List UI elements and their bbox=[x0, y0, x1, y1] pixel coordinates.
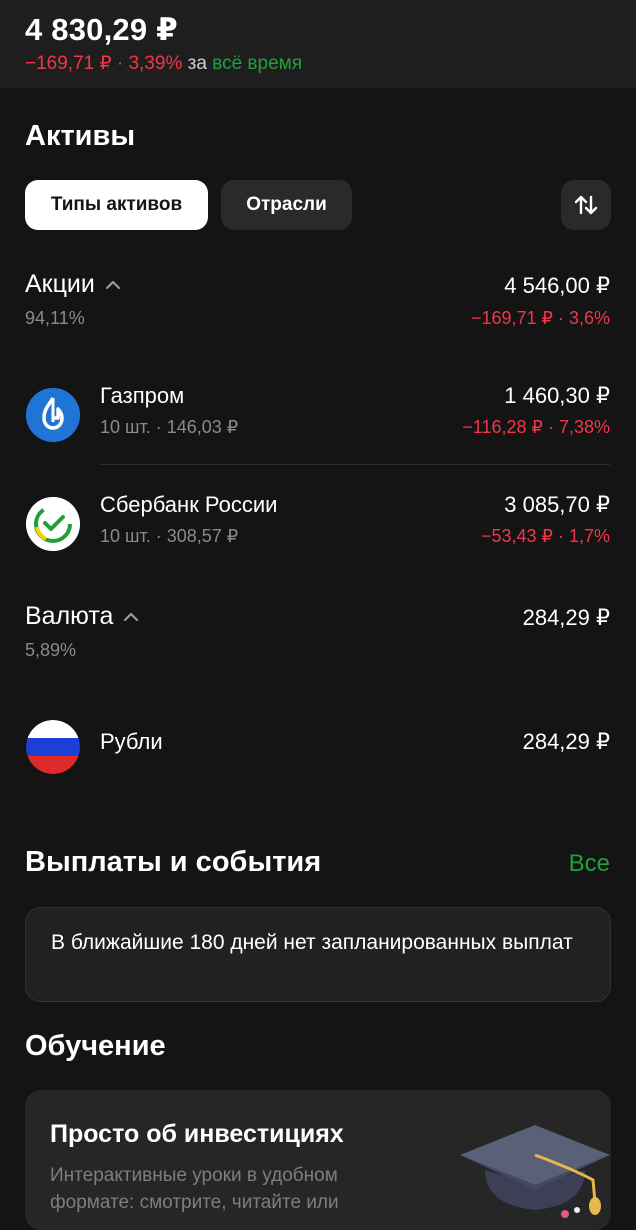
events-all-link[interactable]: Все bbox=[569, 850, 610, 878]
events-section-title: Выплаты и события bbox=[25, 846, 322, 878]
assets-section-title: Активы bbox=[25, 120, 136, 152]
asset-sberbank-amount: 3 085,70 ₽ bbox=[504, 492, 610, 517]
asset-rubles-amount: 284,29 ₽ bbox=[522, 729, 610, 754]
events-empty-card: В ближайшие 180 дней нет запланированных… bbox=[25, 907, 611, 1002]
tab-asset-types[interactable]: Типы активов bbox=[25, 180, 208, 230]
sberbank-logo bbox=[26, 497, 80, 551]
learning-card-title: Просто об инвестициях bbox=[50, 1120, 344, 1148]
group-stocks-header[interactable]: Акции bbox=[25, 270, 121, 299]
group-currency-header[interactable]: Валюта bbox=[25, 602, 139, 631]
group-stocks-amount: 4 546,00 ₽ bbox=[504, 273, 610, 298]
portfolio-summary-header: 4 830,29 ₽ −169,71 ₽ · 3,39% за всё врем… bbox=[0, 0, 636, 88]
asset-gazprom-sub: 10 шт. · 146,03 ₽ bbox=[100, 417, 239, 437]
asset-gazprom-name[interactable]: Газпром bbox=[100, 383, 184, 409]
russia-flag-icon bbox=[26, 720, 80, 774]
asset-sberbank-delta: −53,43 ₽ · 1,7% bbox=[480, 526, 610, 546]
portfolio-change-amount: −169,71 ₽ · 3,39% bbox=[25, 53, 183, 74]
graduation-cap-icon bbox=[460, 1125, 610, 1218]
sort-arrows-icon bbox=[574, 195, 598, 215]
portfolio-change-line: −169,71 ₽ · 3,39% за всё время bbox=[25, 52, 302, 75]
learning-section-title: Обучение bbox=[25, 1030, 166, 1062]
gazprom-logo bbox=[26, 388, 80, 442]
chevron-up-icon bbox=[105, 280, 120, 289]
asset-sberbank-sub: 10 шт. · 308,57 ₽ bbox=[100, 526, 239, 546]
events-empty-text: В ближайшие 180 дней нет запланированных… bbox=[51, 931, 573, 954]
tab-industries[interactable]: Отрасли bbox=[221, 180, 352, 230]
group-stocks-delta: −169,71 ₽ · 3,6% bbox=[470, 308, 610, 328]
sort-button[interactable] bbox=[561, 180, 611, 230]
portfolio-total-value: 4 830,29 ₽ bbox=[25, 12, 178, 47]
group-currency-amount: 284,29 ₽ bbox=[522, 605, 610, 630]
asset-sberbank-name[interactable]: Сбербанк России bbox=[100, 492, 277, 518]
portfolio-change-period[interactable]: всё время bbox=[212, 53, 302, 74]
asset-gazprom-amount: 1 460,30 ₽ bbox=[504, 383, 610, 408]
chevron-up-icon bbox=[124, 612, 139, 621]
asset-gazprom-delta: −116,28 ₽ · 7,38% bbox=[462, 417, 610, 437]
learning-card[interactable]: Просто об инвестициях Интерактивные урок… bbox=[25, 1090, 611, 1230]
group-stocks-name: Акции bbox=[25, 270, 95, 298]
list-divider bbox=[100, 464, 610, 465]
group-currency-name: Валюта bbox=[25, 602, 114, 630]
portfolio-change-for: за bbox=[187, 53, 207, 74]
group-stocks-percent: 94,11% bbox=[25, 308, 85, 328]
asset-rubles-name[interactable]: Рубли bbox=[100, 729, 163, 755]
learning-card-description: Интерактивные уроки в удобном формате: с… bbox=[50, 1165, 339, 1213]
group-currency-percent: 5,89% bbox=[25, 640, 77, 660]
